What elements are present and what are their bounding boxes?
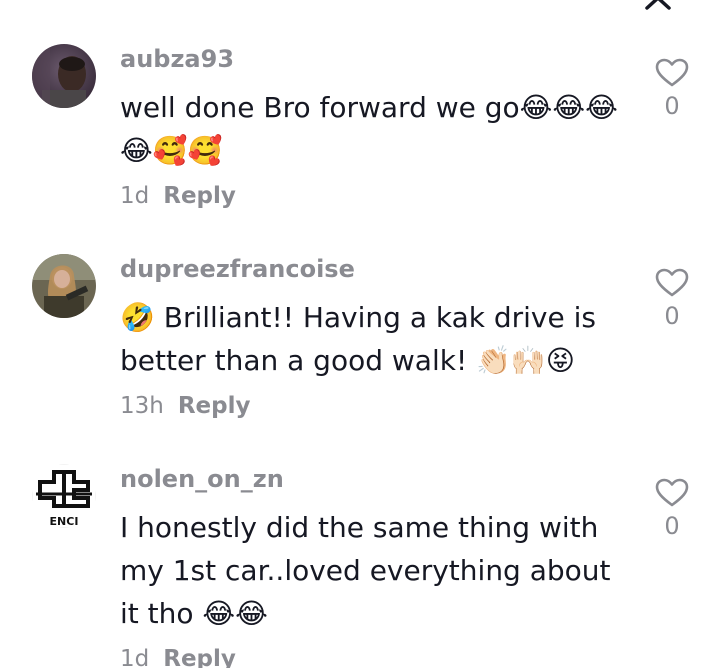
like-count: 0 xyxy=(664,512,680,540)
heart-outline-icon[interactable] xyxy=(655,478,689,508)
comment-text: 🤣 Brilliant!! Having a kak drive is bett… xyxy=(120,301,596,377)
heart-outline-icon[interactable] xyxy=(655,58,689,88)
avatar[interactable]: ENCI xyxy=(32,464,96,528)
like-count: 0 xyxy=(664,92,680,120)
comment-meta: 1d Reply xyxy=(120,644,236,668)
comment-meta: 1d Reply xyxy=(120,181,236,211)
comment-username[interactable]: dupreezfrancoise xyxy=(120,254,355,284)
reply-button[interactable]: Reply xyxy=(163,646,236,668)
avatar-logo-text: ENCI xyxy=(50,515,79,528)
comment-timestamp: 13h xyxy=(120,393,164,419)
reply-button[interactable]: Reply xyxy=(163,183,236,209)
reply-button[interactable]: Reply xyxy=(178,393,251,419)
close-icon[interactable] xyxy=(644,0,672,10)
comments-panel: aubza93 well done Bro forward we go😂😂😂 😂… xyxy=(0,0,720,668)
comment-meta: 13h Reply xyxy=(120,391,251,421)
like-button[interactable]: 0 xyxy=(652,58,692,122)
comment-timestamp: 1d xyxy=(120,183,150,209)
comment-username[interactable]: nolen_on_zn xyxy=(120,464,284,494)
like-button[interactable]: 0 xyxy=(652,478,692,542)
avatar[interactable] xyxy=(32,44,96,108)
avatar[interactable] xyxy=(32,254,96,318)
comment-item: dupreezfrancoise 🤣 Brilliant!! Having a … xyxy=(0,254,720,424)
comment-username[interactable]: aubza93 xyxy=(120,44,234,74)
like-count: 0 xyxy=(664,302,680,330)
comment-item: ENCI nolen_on_zn I honestly did the same… xyxy=(0,464,720,668)
like-button[interactable]: 0 xyxy=(652,268,692,332)
comment-timestamp: 1d xyxy=(120,646,150,668)
comment-text: well done Bro forward we go😂😂😂 😂🥰🥰 xyxy=(120,91,618,167)
comment-text: I honestly did the same thing with my 1s… xyxy=(120,511,611,630)
comment-item: aubza93 well done Bro forward we go😂😂😂 😂… xyxy=(0,44,720,214)
heart-outline-icon[interactable] xyxy=(655,268,689,298)
